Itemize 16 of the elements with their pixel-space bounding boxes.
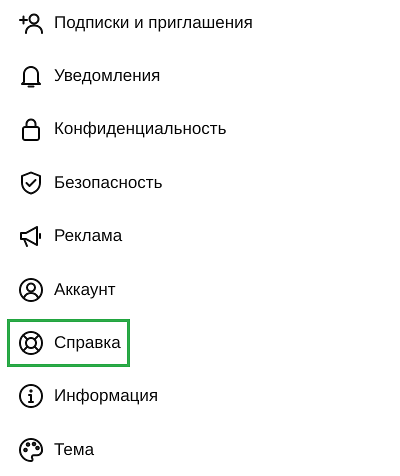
bell-icon	[18, 63, 44, 90]
menu-item[interactable]: Реклама	[7, 212, 132, 260]
menu-item[interactable]: Справка	[7, 319, 130, 368]
menu-item[interactable]: Аккаунт	[7, 266, 125, 314]
menu-item[interactable]: Подписки и приглашения	[7, 0, 262, 47]
menu-item[interactable]: Конфиденциальность	[7, 105, 236, 154]
menu-item[interactable]: Уведомления	[7, 52, 170, 100]
info-icon	[18, 383, 44, 410]
menu-item[interactable]: Тема	[7, 426, 104, 474]
palette-icon	[18, 436, 44, 463]
user-circle-icon	[18, 276, 44, 303]
lifebuoy-icon	[18, 330, 44, 356]
megaphone-icon	[18, 223, 44, 250]
shield-check-icon	[18, 170, 44, 196]
menu-item[interactable]: Информация	[7, 372, 168, 420]
menu-item[interactable]: Безопасность	[7, 158, 172, 207]
